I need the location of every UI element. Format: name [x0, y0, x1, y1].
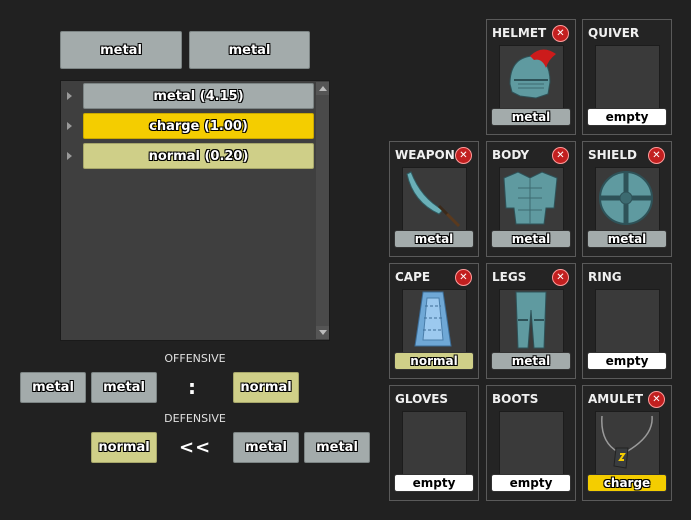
slot-cape[interactable]: CAPE ✕ normal	[389, 263, 479, 379]
slot-gloves[interactable]: GLOVES empty	[389, 385, 479, 501]
empty-slot-image	[595, 45, 660, 109]
slot-type-tag: metal	[491, 230, 571, 248]
slot-type-tag: empty	[491, 474, 571, 492]
slot-type-tag: normal	[394, 352, 474, 370]
remove-icon[interactable]: ✕	[648, 391, 665, 408]
slot-type-tag: metal	[587, 230, 667, 248]
slot-shield[interactable]: SHIELD ✕ metal	[582, 141, 672, 257]
scroll-up-button[interactable]	[316, 82, 329, 95]
slot-title: BODY	[492, 148, 530, 162]
remove-icon[interactable]: ✕	[552, 25, 569, 42]
top-type-button-2[interactable]: metal	[189, 31, 310, 69]
defensive-attacker-type-1[interactable]: normal	[91, 432, 157, 463]
scroll-down-button[interactable]	[316, 326, 329, 339]
slot-title: RING	[588, 270, 622, 284]
slot-type-tag: metal	[394, 230, 474, 248]
slot-title: QUIVER	[588, 26, 640, 40]
empty-slot-image	[499, 411, 564, 475]
slot-type-tag: metal	[491, 108, 571, 126]
slot-ring[interactable]: RING empty	[582, 263, 672, 379]
slot-body[interactable]: BODY ✕ metal	[486, 141, 576, 257]
defensive-heading: DEFENSIVE	[164, 412, 226, 425]
slot-title: AMULET	[588, 392, 644, 406]
offensive-defender-type-1[interactable]: normal	[233, 372, 299, 403]
remove-icon[interactable]: ✕	[552, 269, 569, 286]
slot-legs[interactable]: LEGS ✕ metal	[486, 263, 576, 379]
expand-arrow-icon[interactable]	[67, 152, 72, 160]
remove-icon[interactable]: ✕	[648, 147, 665, 164]
defensive-defender-type-2[interactable]: metal	[304, 432, 370, 463]
remove-icon[interactable]: ✕	[455, 269, 472, 286]
defensive-separator: <<	[179, 437, 212, 458]
remove-icon[interactable]: ✕	[552, 147, 569, 164]
offensive-heading: OFFENSIVE	[164, 352, 226, 365]
expand-arrow-icon[interactable]	[67, 92, 72, 100]
offensive-attacker-type-2[interactable]: metal	[91, 372, 157, 403]
slot-type-tag: empty	[394, 474, 474, 492]
slot-title: BOOTS	[492, 392, 539, 406]
chevron-up-icon	[318, 86, 327, 91]
slot-title: CAPE	[395, 270, 431, 284]
offensive-attacker-type-1[interactable]: metal	[20, 372, 86, 403]
sword-icon	[402, 167, 467, 231]
offensive-separator: :	[188, 375, 196, 399]
empty-slot-image	[595, 289, 660, 353]
slot-boots[interactable]: BOOTS empty	[486, 385, 576, 501]
amulet-icon	[595, 411, 660, 475]
slot-type-tag: empty	[587, 108, 667, 126]
slot-title: SHIELD	[588, 148, 637, 162]
leg-armor-icon	[499, 289, 564, 353]
slot-title: GLOVES	[395, 392, 449, 406]
slot-type-tag: charge	[587, 474, 667, 492]
helmet-icon	[499, 45, 564, 109]
slot-helmet[interactable]: HELMET ✕ metal	[486, 19, 576, 135]
remove-icon[interactable]: ✕	[455, 147, 472, 164]
body-armor-icon	[499, 167, 564, 231]
slot-weapon[interactable]: WEAPON ✕ metal	[389, 141, 479, 257]
list-scrollbar[interactable]	[316, 82, 329, 339]
chevron-down-icon	[318, 330, 327, 335]
slot-amulet[interactable]: AMULET ✕ charge	[582, 385, 672, 501]
slot-type-tag: empty	[587, 352, 667, 370]
slot-quiver[interactable]: QUIVER empty	[582, 19, 672, 135]
type-list-item-normal[interactable]: normal (0.20)	[83, 143, 314, 169]
type-list-item-metal[interactable]: metal (4.15)	[83, 83, 314, 109]
slot-title: WEAPON	[395, 148, 455, 162]
slot-title: LEGS	[492, 270, 527, 284]
expand-arrow-icon[interactable]	[67, 122, 72, 130]
slot-type-tag: metal	[491, 352, 571, 370]
top-type-button-1[interactable]: metal	[60, 31, 182, 69]
cape-icon	[402, 289, 467, 353]
type-list-item-charge[interactable]: charge (1.00)	[83, 113, 314, 139]
shield-icon	[595, 167, 660, 231]
slot-title: HELMET	[492, 26, 547, 40]
defensive-defender-type-1[interactable]: metal	[233, 432, 299, 463]
empty-slot-image	[402, 411, 467, 475]
